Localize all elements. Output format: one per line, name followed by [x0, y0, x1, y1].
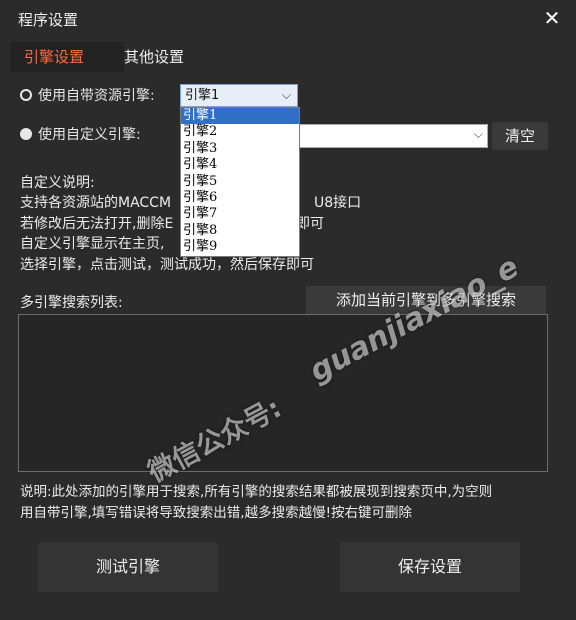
builtin-engine-value: 引擎1	[185, 88, 220, 103]
explain-line-1-tail: U8接口	[314, 195, 362, 211]
save-settings-button[interactable]: 保存设置	[340, 542, 520, 592]
explain-line-3: 自定义引擎显示在主页,	[20, 236, 165, 252]
builtin-engine-select[interactable]: 引擎1 ⌵	[180, 84, 298, 107]
builtin-engine-option[interactable]: 使用自带资源引擎:	[20, 85, 155, 107]
dropdown-option[interactable]: 引擎9	[181, 239, 299, 255]
builtin-engine-radio[interactable]	[20, 89, 32, 101]
tab-other-settings[interactable]: 其他设置	[110, 42, 198, 72]
custom-engine-option[interactable]: 使用自定义引擎:	[20, 124, 141, 146]
explain-line-4: 选择引擎，点击测试，测试成功，然后保存即可	[20, 257, 314, 273]
chevron-down-icon: ⌵	[281, 88, 291, 102]
custom-engine-label: 使用自定义引擎:	[38, 127, 141, 143]
note-line-1: 说明:此处添加的引擎用于搜索,所有引擎的搜索结果都被展现到搜索页中,为空则	[20, 484, 493, 500]
close-icon[interactable]: ✕	[540, 6, 564, 30]
explain-line-2-tail: 即可	[296, 216, 324, 232]
explain-line-2: 若修改后无法打开,删除E	[20, 216, 174, 232]
clear-button[interactable]: 清空	[492, 122, 548, 150]
dropdown-option[interactable]: 引擎4	[181, 157, 299, 173]
engine-dropdown-list[interactable]: 引擎1 引擎2 引擎3 引擎4 引擎5 引擎6 引擎7 引擎8 引擎9	[180, 107, 300, 257]
note-line-2: 用自带引擎,填写错误将导致搜索出错,越多搜索越慢!按右键可删除	[20, 505, 412, 521]
multi-engine-label: 多引擎搜索列表:	[20, 295, 123, 311]
dropdown-option[interactable]: 引擎1	[181, 108, 299, 125]
dropdown-option[interactable]: 引擎8	[181, 223, 299, 239]
test-engine-button[interactable]: 测试引擎	[38, 542, 218, 592]
tab-engine-settings[interactable]: 引擎设置	[10, 42, 124, 72]
dropdown-option[interactable]: 引擎7	[181, 206, 299, 222]
dropdown-option[interactable]: 引擎6	[181, 190, 299, 206]
dropdown-option[interactable]: 引擎2	[181, 124, 299, 140]
dropdown-option[interactable]: 引擎3	[181, 141, 299, 157]
builtin-engine-label: 使用自带资源引擎:	[38, 88, 155, 104]
explain-title: 自定义说明:	[20, 175, 95, 191]
window-title: 程序设置	[18, 11, 79, 29]
explain-line-1: 支持各资源站的MACCM	[20, 195, 172, 211]
dropdown-option[interactable]: 引擎5	[181, 174, 299, 190]
title-bar: 程序设置 ✕	[0, 0, 576, 38]
multi-engine-list[interactable]	[18, 314, 548, 472]
custom-engine-radio[interactable]	[20, 128, 32, 140]
chevron-down-icon[interactable]: ⌵	[474, 127, 483, 142]
